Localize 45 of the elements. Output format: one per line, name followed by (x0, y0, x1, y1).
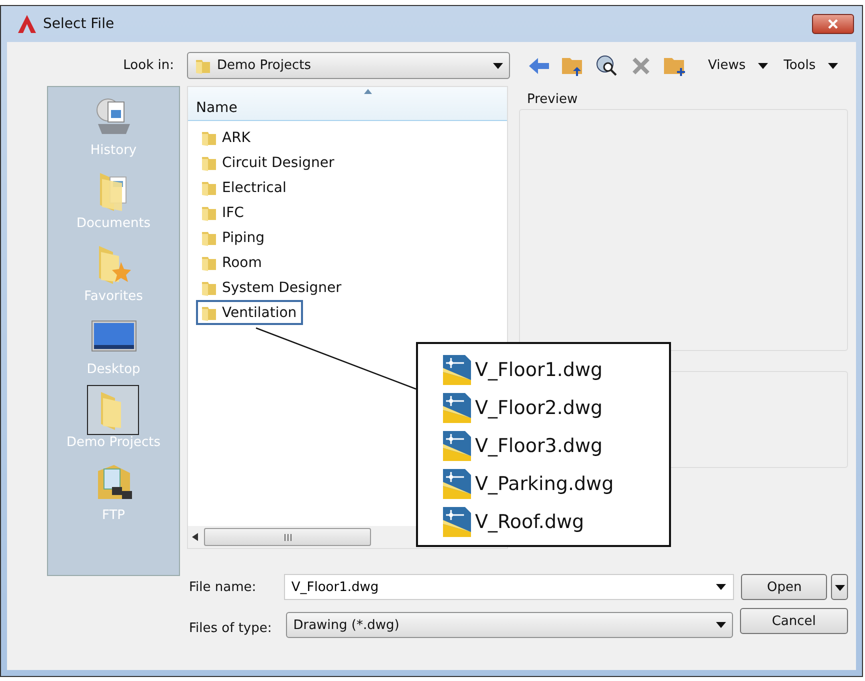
file-item: V_Floor3.dwg (442, 428, 669, 463)
dropdown-arrow-icon (493, 62, 503, 68)
drawing-file-icon (442, 430, 472, 462)
file-name-field[interactable]: V_Floor1.dwg (284, 574, 734, 600)
folder-item[interactable]: Circuit Designer (196, 150, 340, 175)
file-type-label: Files of type: (189, 620, 273, 636)
file-item: V_Roof.dwg (442, 504, 669, 539)
scroll-left-icon[interactable] (192, 533, 198, 541)
folder-item[interactable]: Room (196, 250, 268, 275)
toolbar-menu[interactable]: Views (704, 58, 750, 73)
scrollbar-thumb[interactable] (204, 528, 371, 546)
preview-label: Preview (527, 92, 579, 107)
sort-arrow-icon (364, 89, 372, 94)
folder-item[interactable]: Piping (196, 225, 271, 250)
folder-item[interactable]: ARK (196, 125, 256, 150)
dropdown-arrow-icon (716, 622, 726, 628)
look-in-label: Look in: (122, 58, 175, 73)
file-name-label: File name: (189, 579, 258, 595)
drawing-file-icon (442, 468, 472, 500)
drawing-file-icon (442, 354, 472, 386)
open-options-button[interactable] (831, 574, 848, 600)
drawing-file-icon (442, 506, 472, 538)
folder-item[interactable]: Ventilation (196, 300, 303, 325)
cancel-button[interactable]: Cancel (740, 608, 848, 634)
file-item: V_Floor2.dwg (442, 390, 669, 425)
close-icon (828, 19, 838, 29)
dropdown-arrow-icon (828, 62, 838, 68)
dropdown-arrow-icon (716, 584, 726, 590)
look-in-dropdown[interactable]: Demo Projects (187, 52, 510, 79)
file-item: V_Parking.dwg (442, 466, 669, 501)
close-button[interactable] (812, 14, 854, 34)
column-header[interactable]: Name (188, 87, 507, 121)
toolbar-menu[interactable]: Tools (780, 58, 820, 73)
folder-item[interactable]: System Designer (196, 275, 348, 300)
dropdown-arrow-icon (834, 584, 845, 590)
folder-item[interactable]: Electrical (196, 175, 292, 200)
grip-icon (282, 534, 292, 540)
file-item: V_Floor1.dwg (442, 352, 669, 387)
open-button[interactable]: Open (741, 574, 828, 600)
file-type-dropdown[interactable]: Drawing (*.dwg) (286, 612, 733, 638)
folder-item[interactable]: IFC (196, 200, 250, 225)
drawing-file-icon (442, 392, 472, 424)
window-title: Select File (43, 16, 116, 32)
dropdown-arrow-icon (758, 62, 768, 68)
app-logo-icon (17, 14, 37, 34)
